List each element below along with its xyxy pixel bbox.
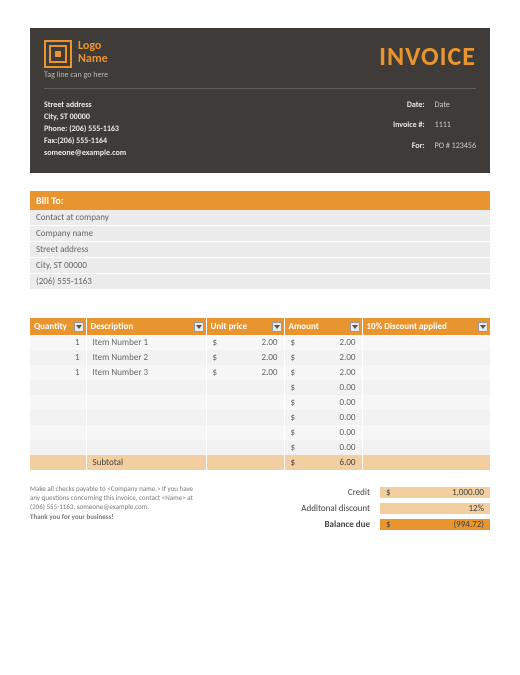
table-row: 1Item Number 3$2.00$2.00 <box>30 365 490 380</box>
meta-invnum-lbl: Invoice #: <box>393 119 425 138</box>
addr-fax: Fax:(206) 555-1164 <box>44 135 126 147</box>
billto-list: Contact at companyCompany nameStreet add… <box>30 210 490 290</box>
meta-date-val: Date <box>435 99 476 118</box>
discount-label: Additonal discount <box>218 503 380 514</box>
table-row: $0.00 <box>30 425 490 440</box>
billto-row: Company name <box>30 226 490 242</box>
notes-text: Make all checks payable to <Company name… <box>30 484 200 511</box>
credit-label: Credit <box>218 487 380 498</box>
thanks-text: Thank you for your business! <box>30 512 200 521</box>
header-separator <box>44 88 476 89</box>
balance-due-value: (994.72) <box>453 519 484 530</box>
col-discount[interactable]: 10% Discount applied <box>362 318 490 335</box>
table-row: 1Item Number 1$2.00$2.00 <box>30 335 490 350</box>
invoice-header: Logo Name Tag line can go here INVOICE S… <box>30 28 490 173</box>
logo-name-2: Name <box>78 53 108 66</box>
meta-date-lbl: Date: <box>393 99 425 118</box>
items-table: Quantity Description Unit price Amount 1… <box>30 318 490 470</box>
subtotal-label: Subtotal <box>86 455 206 470</box>
meta-for-lbl: For: <box>393 140 425 159</box>
table-row: $0.00 <box>30 410 490 425</box>
col-quantity[interactable]: Quantity <box>30 318 86 335</box>
filter-icon[interactable] <box>194 322 204 332</box>
billto-row: City, ST 00000 <box>30 258 490 274</box>
table-row: $0.00 <box>30 380 490 395</box>
addr-phone: Phone: (206) 555-1163 <box>44 123 126 135</box>
tagline: Tag line can go here <box>44 70 108 80</box>
filter-icon[interactable] <box>272 322 282 332</box>
discount-value: 12% <box>380 503 490 514</box>
totals-block: Credit $1,000.00 Additonal discount 12% … <box>218 484 490 532</box>
billto-row: Street address <box>30 242 490 258</box>
table-row: $0.00 <box>30 440 490 455</box>
billto-row: (206) 555-1163 <box>30 274 490 290</box>
billto-row: Contact at company <box>30 210 490 226</box>
filter-icon[interactable] <box>74 322 84 332</box>
col-unitprice[interactable]: Unit price <box>206 318 284 335</box>
col-description[interactable]: Description <box>86 318 206 335</box>
company-address: Street address City, ST 00000 Phone: (20… <box>44 99 126 159</box>
balance-due-label: Balance due <box>218 519 380 530</box>
subtotal-row: Subtotal $6.00 <box>30 455 490 470</box>
credit-value: 1,000.00 <box>452 487 484 498</box>
addr-street: Street address <box>44 99 126 111</box>
addr-email: someone@example.com <box>44 147 126 159</box>
logo-icon <box>44 40 72 68</box>
table-row: 1Item Number 2$2.00$2.00 <box>30 350 490 365</box>
invoice-meta: Date: Date Invoice #: 1111 For: PO # 123… <box>393 99 476 159</box>
filter-icon[interactable] <box>478 322 488 332</box>
meta-invnum-val: 1111 <box>435 119 476 138</box>
col-amount[interactable]: Amount <box>284 318 362 335</box>
addr-city: City, ST 00000 <box>44 111 126 123</box>
subtotal-value: 6.00 <box>340 457 356 468</box>
invoice-title: INVOICE <box>379 40 476 72</box>
payment-notes: Make all checks payable to <Company name… <box>30 484 200 532</box>
meta-for-val: PO # 123456 <box>435 140 476 159</box>
filter-icon[interactable] <box>350 322 360 332</box>
logo-block: Logo Name <box>44 40 108 68</box>
table-row: $0.00 <box>30 395 490 410</box>
billto-header: Bill To: <box>30 191 490 210</box>
